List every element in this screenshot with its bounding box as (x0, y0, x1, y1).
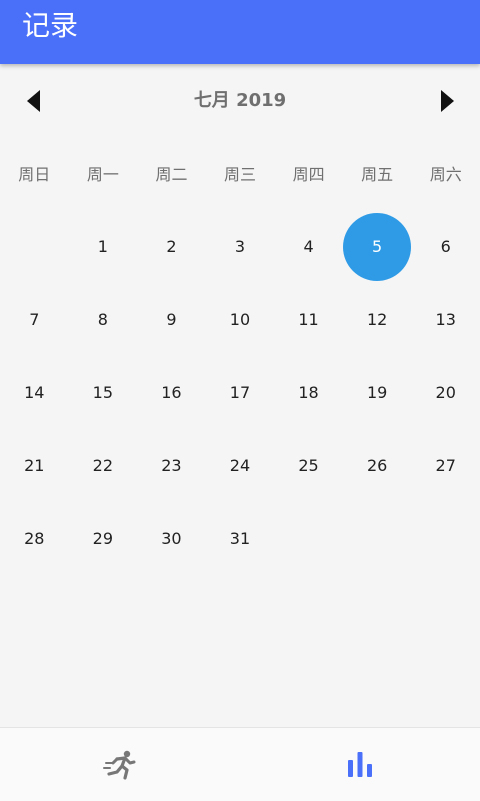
day-number: 25 (298, 456, 319, 475)
weekday-label: 周六 (429, 165, 462, 184)
app-title: 记录 (22, 9, 79, 42)
weekday-label: 周二 (155, 165, 188, 184)
day-cell[interactable]: 2 (137, 210, 206, 283)
day-number: 18 (298, 383, 319, 402)
day-cell[interactable]: 31 (206, 502, 275, 575)
day-cell[interactable]: 19 (343, 356, 412, 429)
empty-day-cell (411, 502, 480, 575)
day-number: 27 (435, 456, 456, 475)
day-number: 13 (435, 310, 456, 329)
day-cell[interactable]: 27 (411, 429, 480, 502)
day-number: 7 (29, 310, 40, 329)
month-label: 七月 2019 (193, 90, 287, 111)
weekday-label: 周三 (224, 165, 257, 184)
day-number: 1 (97, 237, 108, 256)
day-number: 12 (366, 310, 388, 329)
day-number: 9 (166, 310, 177, 329)
day-cell[interactable]: 13 (411, 283, 480, 356)
day-number: 17 (229, 383, 251, 402)
empty-day-cell (274, 502, 343, 575)
day-number: 4 (303, 237, 314, 256)
day-cell[interactable]: 30 (137, 502, 206, 575)
day-cell[interactable]: 17 (206, 356, 275, 429)
app-bar: 记录 (0, 0, 480, 64)
day-cell[interactable]: 5 (343, 210, 412, 283)
weekday-label: 周日 (18, 165, 51, 184)
day-number: 19 (366, 383, 388, 402)
day-cell[interactable]: 10 (206, 283, 275, 356)
day-number: 6 (440, 237, 451, 256)
next-month-button[interactable] (427, 82, 467, 120)
bar-chart-icon (348, 751, 372, 777)
day-cell[interactable]: 1 (69, 210, 138, 283)
day-cell[interactable]: 20 (411, 356, 480, 429)
day-cell[interactable]: 8 (69, 283, 138, 356)
day-cell[interactable]: 3 (206, 210, 275, 283)
nav-item-exercise[interactable] (0, 728, 240, 801)
day-cell[interactable]: 4 (274, 210, 343, 283)
day-number (0, 213, 68, 281)
nav-item-statistics[interactable] (240, 728, 480, 801)
day-number: 3 (234, 237, 246, 256)
day-cell[interactable]: 9 (137, 283, 206, 356)
day-number: 14 (24, 383, 45, 402)
day-number (412, 505, 480, 573)
day-number: 23 (161, 456, 182, 475)
day-number: 24 (229, 456, 251, 475)
day-cell[interactable]: 14 (0, 356, 69, 429)
day-number: 26 (366, 456, 388, 475)
day-number: 31 (229, 529, 251, 548)
day-cell[interactable]: 15 (69, 356, 138, 429)
day-number: 2 (166, 237, 177, 256)
day-cell[interactable]: 29 (69, 502, 138, 575)
day-cell[interactable]: 22 (69, 429, 138, 502)
day-cell[interactable]: 21 (0, 429, 69, 502)
day-number: 15 (92, 383, 114, 402)
day-number: 22 (92, 456, 114, 475)
calendar-grid: 1 2 3 4 5 6 7 8 9 10 11 12 13 14 15 16 17 18 19 20 21 22 23 24 2… (0, 210, 480, 575)
day-number: 11 (298, 310, 319, 329)
triangle-left-icon (27, 90, 40, 112)
day-cell[interactable]: 23 (137, 429, 206, 502)
day-cell[interactable]: 25 (274, 429, 343, 502)
day-cell[interactable]: 12 (343, 283, 412, 356)
day-number: 21 (24, 456, 45, 475)
day-cell[interactable]: 6 (411, 210, 480, 283)
weekday-label: 周四 (292, 165, 325, 184)
day-number: 29 (92, 529, 114, 548)
empty-day-cell (0, 210, 69, 283)
day-cell[interactable]: 24 (206, 429, 275, 502)
weekday-header-row: 周日 周一 周二 周三 周四 周五 周六 (0, 158, 480, 192)
weekday-label: 周五 (361, 165, 394, 184)
day-cell[interactable]: 7 (0, 283, 69, 356)
month-header: 七月 2019 (0, 82, 480, 120)
day-number: 30 (161, 529, 182, 548)
triangle-right-icon (441, 90, 454, 112)
day-cell[interactable]: 16 (137, 356, 206, 429)
day-cell[interactable]: 18 (274, 356, 343, 429)
bottom-navigation (0, 727, 480, 801)
day-cell[interactable]: 11 (274, 283, 343, 356)
day-number (275, 505, 343, 573)
running-icon (103, 750, 136, 780)
day-number: 5 (343, 212, 412, 281)
day-number: 16 (161, 383, 182, 402)
weekday-label: 周一 (86, 165, 119, 184)
day-number: 8 (97, 310, 108, 329)
day-number: 20 (435, 383, 456, 402)
day-cell[interactable]: 26 (343, 429, 412, 502)
empty-day-cell (343, 502, 412, 575)
day-number: 10 (229, 310, 251, 329)
day-number (343, 505, 411, 573)
prev-month-button[interactable] (14, 82, 54, 120)
day-number: 28 (24, 529, 45, 548)
day-cell[interactable]: 28 (0, 502, 69, 575)
